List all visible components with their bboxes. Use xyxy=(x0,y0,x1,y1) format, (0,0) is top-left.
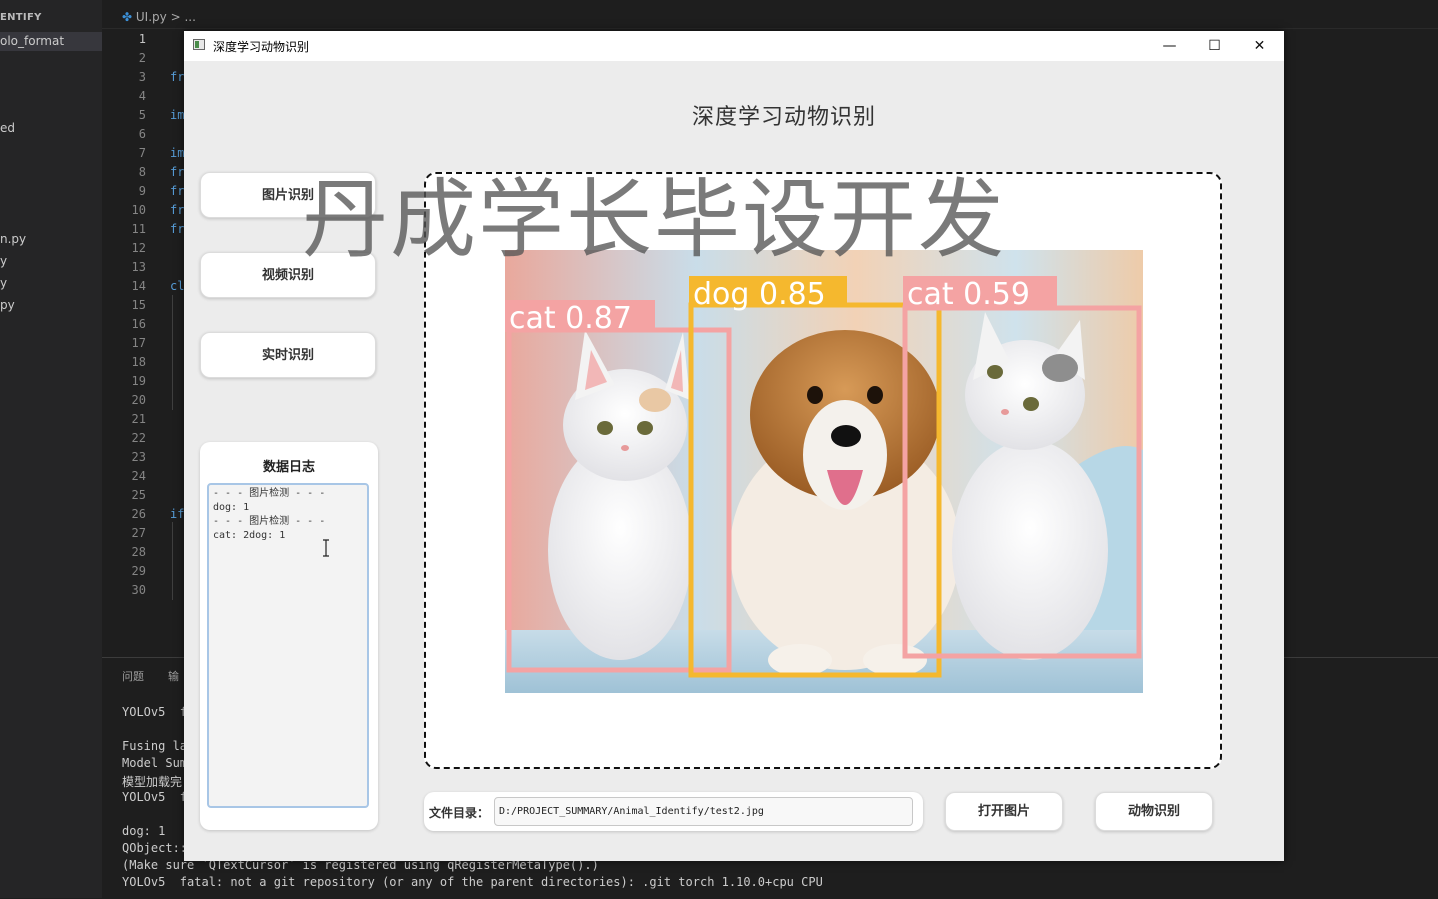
data-log-panel: 数据日志 - - - 图片检测 - - - dog: 1 - - - 图片检测 … xyxy=(200,442,378,830)
line-number: 23 xyxy=(131,450,146,464)
line-number: 13 xyxy=(131,260,146,274)
open-image-button[interactable]: 打开图片 xyxy=(945,792,1063,831)
log-line: - - - 图片检测 - - - xyxy=(213,488,326,499)
line-number: 15 xyxy=(131,298,146,312)
terminal-line: YOLOv5 f xyxy=(122,790,188,804)
file-path-label: 文件目录： xyxy=(429,806,490,820)
terminal-line: Model Sum xyxy=(122,756,188,770)
explorer-item[interactable]: n.py xyxy=(0,232,26,246)
close-button[interactable]: ✕ xyxy=(1237,31,1282,61)
terminal-line: YOLOv5 f xyxy=(122,705,188,719)
detection-label: cat 0.59 xyxy=(907,277,1030,312)
terminal-line: Fusing la xyxy=(122,739,188,753)
line-number: 17 xyxy=(131,336,146,350)
app-window: 深度学习动物识别 — ☐ ✕ 深度学习动物识别 图片识别 视频识别 实时识别 数… xyxy=(184,31,1284,861)
animal-detect-button[interactable]: 动物识别 xyxy=(1095,792,1213,831)
line-number: 4 xyxy=(138,89,146,103)
explorer-item[interactable]: y xyxy=(0,254,7,268)
explorer-item[interactable]: ed xyxy=(0,121,15,135)
window-title: 深度学习动物识别 xyxy=(213,40,310,54)
app-heading: 深度学习动物识别 xyxy=(691,105,876,130)
explorer-item[interactable]: py xyxy=(0,298,15,312)
breadcrumb-more[interactable]: ... xyxy=(184,10,195,24)
python-file-icon: ✤ xyxy=(122,10,133,24)
line-number: 10 xyxy=(131,203,146,217)
line-number: 26 xyxy=(131,507,146,521)
terminal-line: YOLOv5 fatal: not a git repository (or a… xyxy=(122,875,823,889)
detection-label: cat 0.87 xyxy=(509,301,632,336)
indent-guide xyxy=(172,295,173,410)
terminal-line: QObject:: xyxy=(122,841,188,855)
line-number: 7 xyxy=(138,146,146,160)
code-fragment[interactable]: im xyxy=(170,146,184,160)
line-number: 8 xyxy=(138,165,146,179)
breadcrumb-file[interactable]: UI.py xyxy=(136,10,167,24)
file-path-input[interactable]: D:/PROJECT_SUMMARY/Animal_Identify/test2… xyxy=(494,797,913,826)
line-number: 3 xyxy=(138,70,146,84)
file-path-panel: 文件目录： D:/PROJECT_SUMMARY/Animal_Identify… xyxy=(424,792,923,831)
line-number: 30 xyxy=(131,583,146,597)
panel-tab-output[interactable]: 输 xyxy=(168,668,179,684)
line-number: 6 xyxy=(138,127,146,141)
line-number: 28 xyxy=(131,545,146,559)
breadcrumb[interactable]: ✤ UI.py > ... xyxy=(122,10,196,24)
line-number: 9 xyxy=(138,184,146,198)
watermark: 丹成学长毕设开发 xyxy=(302,170,1006,270)
window-titlebar[interactable]: 深度学习动物识别 — ☐ ✕ xyxy=(184,31,1284,61)
log-line: dog: 1 xyxy=(213,502,250,513)
explorer-header: ENTIFY xyxy=(0,12,42,23)
text-cursor-icon xyxy=(323,539,329,557)
detection-result-image: cat 0.87 dog 0.85 cat 0.59 xyxy=(505,250,1143,693)
code-fragment[interactable]: if xyxy=(170,507,184,521)
code-fragment[interactable]: cl xyxy=(170,279,184,293)
line-number: 22 xyxy=(131,431,146,445)
line-number: 18 xyxy=(131,355,146,369)
line-number: 2 xyxy=(138,51,146,65)
explorer-item[interactable]: y xyxy=(0,276,7,290)
code-fragment[interactable]: fr xyxy=(170,184,184,198)
data-log-textbox[interactable]: - - - 图片检测 - - - dog: 1 - - - 图片检测 - - -… xyxy=(207,483,369,808)
line-number: 12 xyxy=(131,241,146,255)
editor-tab-bar xyxy=(102,0,1438,29)
line-number: 1 xyxy=(138,32,146,46)
app-icon xyxy=(193,39,205,50)
line-number: 5 xyxy=(138,108,146,122)
window-client-area: 深度学习动物识别 图片识别 视频识别 实时识别 数据日志 - - - 图片检测 … xyxy=(184,61,1284,861)
line-number: 27 xyxy=(131,526,146,540)
explorer-sidebar: ENTIFY olo_format ed n.py y y py xyxy=(0,0,102,898)
indent-guide xyxy=(172,522,173,600)
code-fragment[interactable]: fr xyxy=(170,222,184,236)
log-line: cat: 2dog: 1 xyxy=(213,530,286,541)
code-fragment[interactable]: fr xyxy=(170,70,184,84)
line-number: 29 xyxy=(131,564,146,578)
minimize-button[interactable]: — xyxy=(1147,31,1192,61)
panel-tab-problems[interactable]: 问题 xyxy=(122,668,144,684)
line-number: 19 xyxy=(131,374,146,388)
detection-label: dog 0.85 xyxy=(693,277,826,312)
maximize-button[interactable]: ☐ xyxy=(1192,31,1237,61)
line-number: 14 xyxy=(131,279,146,293)
code-fragment[interactable]: im xyxy=(170,108,184,122)
line-number: 20 xyxy=(131,393,146,407)
realtime-detect-button[interactable]: 实时识别 xyxy=(200,332,376,378)
code-fragment[interactable]: fr xyxy=(170,203,184,217)
line-number: 24 xyxy=(131,469,146,483)
code-fragment[interactable]: fr xyxy=(170,165,184,179)
line-number: 16 xyxy=(131,317,146,331)
explorer-item-folder[interactable]: olo_format xyxy=(0,32,102,51)
breadcrumb-separator: > xyxy=(170,10,181,24)
terminal-line: dog: 1 xyxy=(122,824,166,838)
log-line: - - - 图片检测 - - - xyxy=(213,516,326,527)
line-number: 25 xyxy=(131,488,146,502)
line-number: 11 xyxy=(131,222,146,236)
data-log-title: 数据日志 xyxy=(262,460,315,475)
line-number: 21 xyxy=(131,412,146,426)
terminal-line: 模型加载完 xyxy=(122,775,183,789)
